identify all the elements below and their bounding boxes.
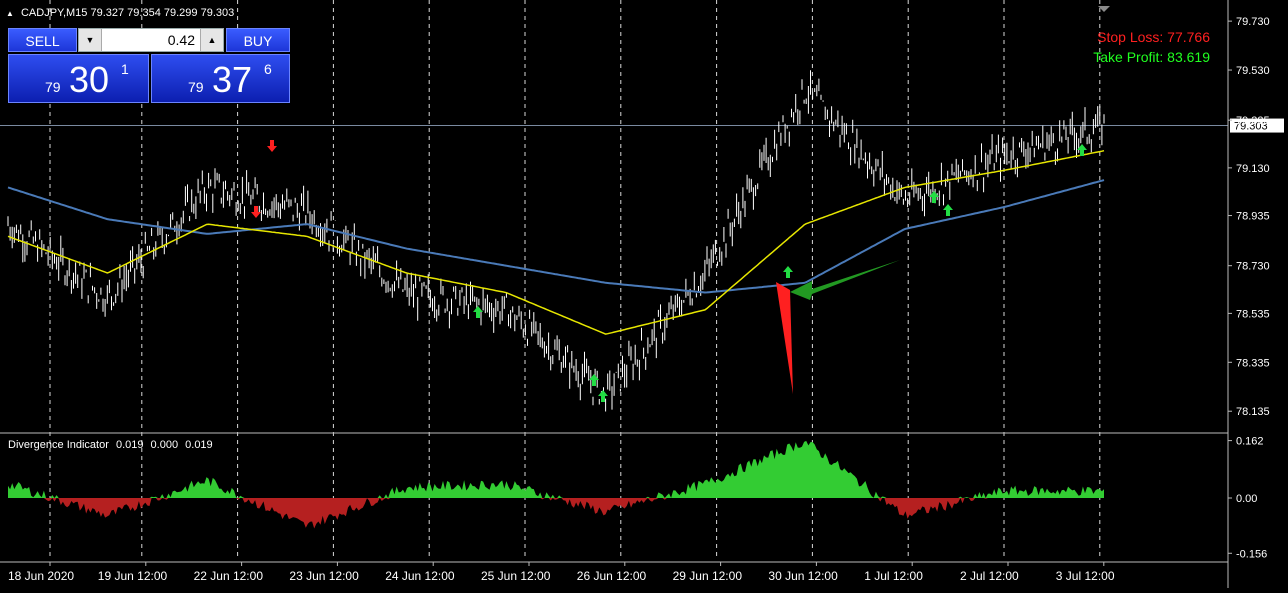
price-tick-label: 78.935 [1236, 211, 1270, 223]
buy-price-big: 37 [212, 59, 253, 100]
time-tick-label: 30 Jun 12:00 [768, 569, 838, 583]
time-tick-label: 22 Jun 12:00 [194, 569, 264, 583]
price-tick-label: 79.530 [1236, 65, 1270, 77]
sell-price-sup: 1 [121, 61, 129, 77]
indicator-value-1: 0.019 [115, 439, 144, 451]
time-tick-label: 1 Jul 12:00 [864, 569, 923, 583]
sell-price-big: 30 [69, 59, 110, 100]
price-tick-label: 78.335 [1236, 357, 1270, 369]
indicator-tick-label: 0.00 [1236, 493, 1257, 505]
lot-decrease-icon[interactable]: ▼ [79, 29, 102, 51]
indicator-name: Divergence Indicator [8, 439, 109, 451]
collapse-triangle-icon[interactable]: ▲ [6, 9, 14, 18]
lot-size-input[interactable]: 0.42 [103, 29, 199, 51]
indicator-title: Divergence Indicator 0.019 0.000 0.019 [8, 439, 217, 451]
lot-size-stepper[interactable]: ▼ 0.42 ▲ [78, 28, 224, 52]
indicator-value-2: 0.000 [150, 439, 179, 451]
time-tick-label: 18 Jun 2020 [8, 569, 74, 583]
one-click-trading-panel: SELL ▼ 0.42 ▲ BUY 79 30 1 79 37 6 [8, 28, 292, 103]
time-tick-label: 23 Jun 12:00 [289, 569, 359, 583]
price-tick-label: 78.535 [1236, 308, 1270, 320]
price-tick-label: 79.325 [1236, 115, 1270, 127]
indicator-tick-label: -0.156 [1236, 548, 1267, 560]
sell-price-prefix: 79 [45, 79, 61, 95]
price-tick-label: 79.730 [1236, 16, 1270, 28]
lot-increase-icon[interactable]: ▲ [200, 29, 223, 51]
take-profit-label: Take Profit: 83.619 [1093, 49, 1210, 65]
time-tick-label: 25 Jun 12:00 [481, 569, 551, 583]
buy-price-sup: 6 [264, 61, 272, 77]
sell-button[interactable]: SELL [8, 28, 77, 52]
price-tick-label: 79.130 [1236, 163, 1270, 175]
indicator-value-3: 0.019 [185, 439, 213, 451]
stop-loss-label: Stop Loss: 77.766 [1097, 29, 1210, 45]
buy-button[interactable]: BUY [226, 28, 290, 52]
symbol-header: ▲ CADJPY,M15 79.327 79.354 79.299 79.303 [6, 7, 234, 19]
chart-window[interactable]: 79.303 79.730 79.530 79.325 79.130 78.935 78.… [0, 0, 1288, 588]
time-tick-label: 26 Jun 12:00 [577, 569, 647, 583]
sell-price-button[interactable]: 79 30 1 [8, 54, 149, 103]
time-tick-label: 3 Jul 12:00 [1056, 569, 1115, 583]
price-tick-label: 78.135 [1236, 406, 1270, 418]
buy-price-prefix: 79 [188, 79, 204, 95]
time-tick-label: 2 Jul 12:00 [960, 569, 1019, 583]
time-tick-label: 29 Jun 12:00 [673, 569, 743, 583]
time-tick-label: 19 Jun 12:00 [98, 569, 168, 583]
symbol-quote: CADJPY,M15 79.327 79.354 79.299 79.303 [20, 7, 235, 19]
indicator-tick-label: 0.162 [1236, 436, 1264, 448]
price-tick-label: 78.730 [1236, 261, 1270, 273]
time-tick-label: 24 Jun 12:00 [385, 569, 455, 583]
buy-price-button[interactable]: 79 37 6 [151, 54, 290, 103]
